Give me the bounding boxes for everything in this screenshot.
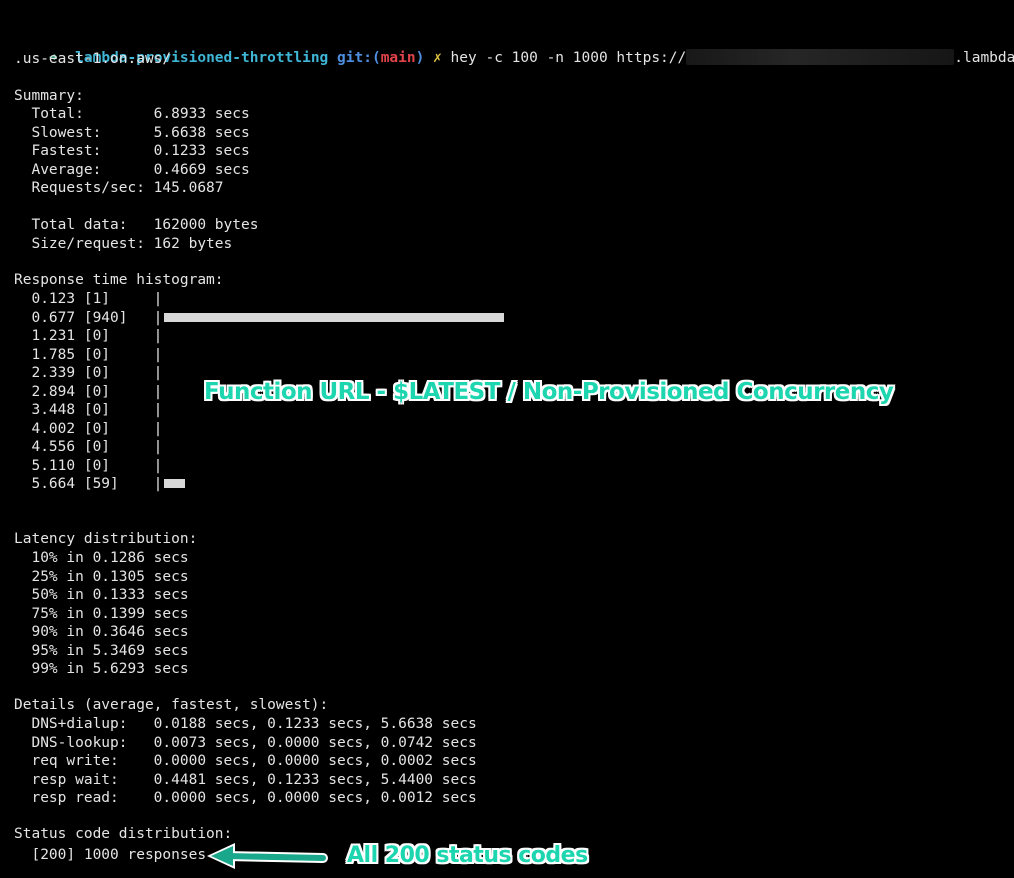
all-200-annotation: All 200 status codes [347, 843, 588, 868]
histogram-row: 4.556 [0] | [14, 438, 162, 456]
histogram-row: 2.339 [0] | [14, 364, 162, 382]
latency-row: 95% in 5.3469 secs [14, 642, 189, 659]
histogram-label: 4.556 [0] | [14, 439, 163, 455]
status-heading: Status code distribution: [14, 826, 233, 842]
histogram-row: 5.110 [0] | [14, 457, 162, 475]
latency-row: 90% in 0.3646 secs [14, 624, 189, 640]
histogram-row: 2.894 [0] | [14, 383, 162, 401]
histogram-label: 0.123 [1] | [14, 291, 163, 307]
summary-row: Total: 6.8933 secs [14, 106, 250, 122]
histogram-bar [164, 312, 505, 322]
histogram-row: 1.231 [0] | [14, 327, 162, 345]
histogram-heading: Response time histogram: [14, 272, 224, 288]
terminal-window[interactable]: ➜ lambda-provisioned-throttling git:(mai… [0, 0, 1014, 878]
histogram-row: 5.664 [59] | [14, 475, 186, 493]
histogram-bar [164, 479, 186, 488]
data-row: Total data: 162000 bytes [14, 217, 259, 233]
histogram-row: 1.785 [0] | [14, 346, 162, 364]
url-continuation: .us-east-1.on.aws/ [14, 51, 172, 67]
summary-row: Fastest: 0.1233 secs [14, 143, 250, 159]
details-heading: Details (average, fastest, slowest): [14, 697, 329, 713]
histogram-label: 0.677 [940] | [14, 309, 163, 326]
dirty-mark-icon: ✗ [433, 50, 442, 66]
details-row: resp read: 0.0000 secs, 0.0000 secs, 0.0… [14, 790, 477, 806]
data-row: Size/request: 162 bytes [14, 235, 233, 252]
summary-row: Slowest: 5.6638 secs [14, 124, 250, 141]
histogram-row: 0.123 [1] | [14, 290, 162, 308]
status-row: [200] 1000 responses [14, 847, 207, 863]
details-row: req write: 0.0000 secs, 0.0000 secs, 0.0… [14, 753, 477, 769]
histogram-label: 1.785 [0] | [14, 346, 163, 363]
histogram-row: 0.677 [940] | [14, 309, 505, 327]
histogram-row: 3.448 [0] | [14, 401, 162, 419]
git-suffix: ) [415, 50, 425, 66]
histogram-label: 1.231 [0] | [14, 328, 163, 344]
git-prefix: git:( [337, 50, 381, 66]
annotation-arrow-icon [207, 843, 328, 869]
summary-row: Requests/sec: 145.0687 [14, 180, 224, 196]
function-url-annotation: Function URL - $LATEST / Non-Provisioned… [204, 379, 894, 405]
details-row: DNS+dialup: 0.0188 secs, 0.1233 secs, 5.… [14, 716, 477, 732]
latency-row: 25% in 0.1305 secs [14, 568, 189, 585]
url-suffix: .lambda-url [954, 50, 1014, 66]
latency-row: 99% in 5.6293 secs [14, 661, 189, 677]
details-row: resp wait: 0.4481 secs, 0.1233 secs, 5.4… [14, 771, 477, 788]
latency-row: 50% in 0.1333 secs [14, 587, 189, 603]
redacted-url-block [686, 49, 955, 65]
summary-row: Average: 0.4669 secs [14, 161, 250, 178]
histogram-label: 2.894 [0] | [14, 383, 163, 400]
latency-heading: Latency distribution: [14, 531, 198, 547]
latency-row: 75% in 0.1399 secs [14, 605, 189, 622]
histogram-row: 4.002 [0] | [14, 420, 162, 438]
git-branch: main [380, 50, 416, 66]
details-row: DNS-lookup: 0.0073 secs, 0.0000 secs, 0.… [14, 734, 477, 751]
histogram-label: 2.339 [0] | [14, 365, 163, 381]
histogram-label: 4.002 [0] | [14, 420, 163, 437]
histogram-label: 3.448 [0] | [14, 402, 163, 418]
histogram-label: 5.110 [0] | [14, 457, 163, 474]
prompt-line: ➜ lambda-provisioned-throttling git:(mai… [14, 31, 1014, 66]
latency-row: 10% in 0.1286 secs [14, 550, 189, 566]
command-text: hey -c 100 -n 1000 https:// [450, 50, 687, 66]
histogram-label: 5.664 [59] | [14, 476, 163, 492]
summary-heading: Summary: [14, 88, 84, 104]
